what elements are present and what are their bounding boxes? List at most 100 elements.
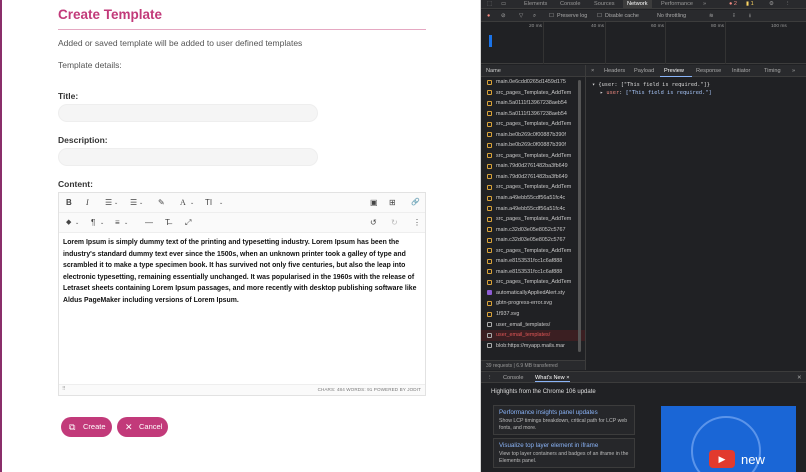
request-row[interactable]: main.be0b269c0f00887b390f xyxy=(481,130,585,141)
request-row[interactable]: gbtn-progress-error.svg xyxy=(481,298,585,309)
close-drawer-icon[interactable]: ✕ xyxy=(797,375,802,381)
rich-text-editor[interactable]: B I ☰ ⌄ ☰ ⌄ ✎ A ⌄ TI ⌄ ▣ ⊞ 🔗 ◆ ⌄ ¶ ⌄ ≡ ⌄… xyxy=(58,192,426,396)
editor-content[interactable]: Lorem Ipsum is simply dummy text of the … xyxy=(63,237,419,307)
request-row[interactable]: src_pages_Templates_AddTem xyxy=(481,88,585,99)
request-row[interactable]: main.5a0111f13967238aeb54 xyxy=(481,98,585,109)
undo-icon[interactable]: ↺ xyxy=(370,217,377,229)
chevron-down-icon[interactable]: ⌄ xyxy=(114,197,118,209)
tab-timing[interactable]: Timing xyxy=(764,68,781,74)
request-row[interactable]: src_pages_Templates_AddTem xyxy=(481,277,585,288)
whats-new-card[interactable]: Performance insights panel updates Show … xyxy=(493,405,635,435)
request-row[interactable]: blob:https://myapp.mails.mar xyxy=(481,341,585,352)
create-button[interactable]: ⧉ Create xyxy=(61,417,112,437)
clear-format-icon[interactable]: T̶ xyxy=(165,217,170,229)
wifi-icon[interactable]: ≋ xyxy=(709,12,714,20)
tab-payload[interactable]: Payload xyxy=(634,68,654,74)
more-detail-tabs[interactable]: » xyxy=(792,68,795,74)
preview-root[interactable]: ▾ {user: ["This field is required."]} xyxy=(592,81,800,89)
tab-elements[interactable]: Elements xyxy=(524,0,547,9)
chevron-down-icon[interactable]: ⌄ xyxy=(190,197,194,209)
tab-preview[interactable]: Preview xyxy=(664,68,684,74)
request-row[interactable]: main.be0b269c0f00887b390f xyxy=(481,140,585,151)
request-row[interactable]: src_pages_Templates_AddTem xyxy=(481,119,585,130)
cancel-button[interactable]: ✕ Cancel xyxy=(117,417,168,437)
request-row[interactable]: src_pages_Templates_AddTem xyxy=(481,182,585,193)
tab-response[interactable]: Response xyxy=(696,68,721,74)
upload-icon[interactable]: ⭱ xyxy=(733,12,735,20)
fullscreen-icon[interactable]: ⤢ xyxy=(185,217,191,229)
eraser-icon[interactable]: ✎ xyxy=(158,197,165,209)
request-row[interactable]: main.c32d03e05e8052c5767 xyxy=(481,235,585,246)
request-row[interactable]: main.a49ebb55cdf56a51fc4c xyxy=(481,193,585,204)
device-toolbar-icon[interactable]: ▭ xyxy=(501,0,506,9)
request-row[interactable]: main.a49ebb55cdf56a51fc4c xyxy=(481,204,585,215)
search-icon[interactable]: ⌕ xyxy=(533,12,536,20)
tab-console[interactable]: Console xyxy=(560,0,581,9)
throttling-select[interactable]: No throttling xyxy=(657,12,686,20)
request-row[interactable]: main.c32d03e05e8052c5767 xyxy=(481,225,585,236)
more-options-icon[interactable]: ⋮ xyxy=(785,0,791,9)
request-row[interactable]: 1f937.svg xyxy=(481,309,585,320)
horizontal-rule-icon[interactable]: — xyxy=(145,217,153,229)
drawer-menu-icon[interactable]: ⋮ xyxy=(487,375,493,381)
request-row[interactable]: src_pages_Templates_AddTem xyxy=(481,214,585,225)
tab-sources[interactable]: Sources xyxy=(594,0,615,9)
chevron-down-icon[interactable]: ⌄ xyxy=(124,217,128,229)
clear-icon[interactable]: ⊘ xyxy=(501,12,506,20)
more-tabs-button[interactable]: » xyxy=(703,0,706,9)
request-row[interactable]: main.79d0d2761482ba3fb649 xyxy=(481,161,585,172)
tab-initiator[interactable]: Initiator xyxy=(732,68,750,74)
request-row[interactable]: user_email_templates/ xyxy=(481,320,585,331)
request-row[interactable]: main.0e6cdd0265d1459d175 xyxy=(481,77,585,88)
description-input[interactable] xyxy=(58,148,318,166)
table-icon[interactable]: ⊞ xyxy=(389,197,396,209)
font-size-button[interactable]: TI xyxy=(205,197,212,209)
request-row[interactable]: user_email_templates/ xyxy=(481,330,585,341)
text-color-icon[interactable]: ◆ xyxy=(66,217,71,229)
request-row[interactable]: automaticallyAppliedAlert.sty xyxy=(481,288,585,299)
chevron-down-icon[interactable]: ⌄ xyxy=(100,217,104,229)
request-row[interactable]: src_pages_Templates_AddTem xyxy=(481,246,585,257)
download-icon[interactable]: ⭳ xyxy=(749,12,751,20)
disable-cache-checkbox[interactable]: ☐ xyxy=(597,12,602,20)
name-column-header[interactable]: Name xyxy=(481,65,585,77)
bullet-list-icon[interactable]: ☰ xyxy=(105,197,112,209)
paragraph-icon[interactable]: ¶ xyxy=(91,217,95,229)
request-row[interactable]: main.e8153531fcc1c6af888 xyxy=(481,267,585,278)
chevron-down-icon[interactable]: ⌄ xyxy=(219,197,223,209)
card-title[interactable]: Performance insights panel updates xyxy=(499,409,629,416)
font-family-button[interactable]: A xyxy=(180,197,186,209)
link-icon[interactable]: 🔗 xyxy=(411,197,420,209)
italic-button[interactable]: I xyxy=(86,197,89,209)
request-row[interactable]: main.79d0d2761482ba3fb649 xyxy=(481,172,585,183)
network-timeline[interactable]: 20 ms 40 ms 60 ms 80 ms 100 ms xyxy=(481,22,806,64)
request-row[interactable]: main.5a0111f13967238aeb54 xyxy=(481,109,585,120)
redo-icon[interactable]: ↻ xyxy=(391,217,398,229)
preserve-log-checkbox[interactable]: ☐ xyxy=(549,12,554,20)
close-detail-button[interactable]: × xyxy=(591,68,594,74)
inspect-icon[interactable]: ⬚ xyxy=(487,0,492,9)
filter-icon[interactable]: ▽ xyxy=(519,12,523,20)
chevron-down-icon[interactable]: ⌄ xyxy=(75,217,79,229)
tab-whats-new[interactable]: What's New × xyxy=(535,375,570,382)
card-title[interactable]: Visualize top layer element in iframe xyxy=(499,442,629,449)
title-input[interactable] xyxy=(58,104,318,122)
more-options-icon[interactable]: ⋮ xyxy=(413,217,421,229)
tab-network[interactable]: Network xyxy=(623,0,652,9)
align-icon[interactable]: ≡ xyxy=(115,217,120,229)
request-row[interactable]: main.e8153531fcc1c6af888 xyxy=(481,256,585,267)
play-icon[interactable]: ▶ xyxy=(709,450,735,468)
tab-headers[interactable]: Headers xyxy=(604,68,625,74)
whats-new-video-thumbnail[interactable]: ▶ new xyxy=(661,406,796,472)
error-badge[interactable]: ● 2 xyxy=(729,0,737,9)
preview-field[interactable]: ▸ user: ["This field is required."] xyxy=(592,89,800,97)
record-icon[interactable]: ● xyxy=(487,12,490,20)
warning-badge[interactable]: ▮ 1 xyxy=(746,0,754,9)
bold-button[interactable]: B xyxy=(66,197,72,209)
request-list-scrollbar[interactable] xyxy=(578,80,581,352)
image-icon[interactable]: ▣ xyxy=(370,197,378,209)
tab-performance[interactable]: Performance xyxy=(661,0,693,9)
whats-new-card[interactable]: Visualize top layer element in iframe Vi… xyxy=(493,438,635,468)
response-preview[interactable]: ▾ {user: ["This field is required."]} ▸ … xyxy=(585,77,806,370)
gear-icon[interactable]: ⚙ xyxy=(769,0,774,9)
